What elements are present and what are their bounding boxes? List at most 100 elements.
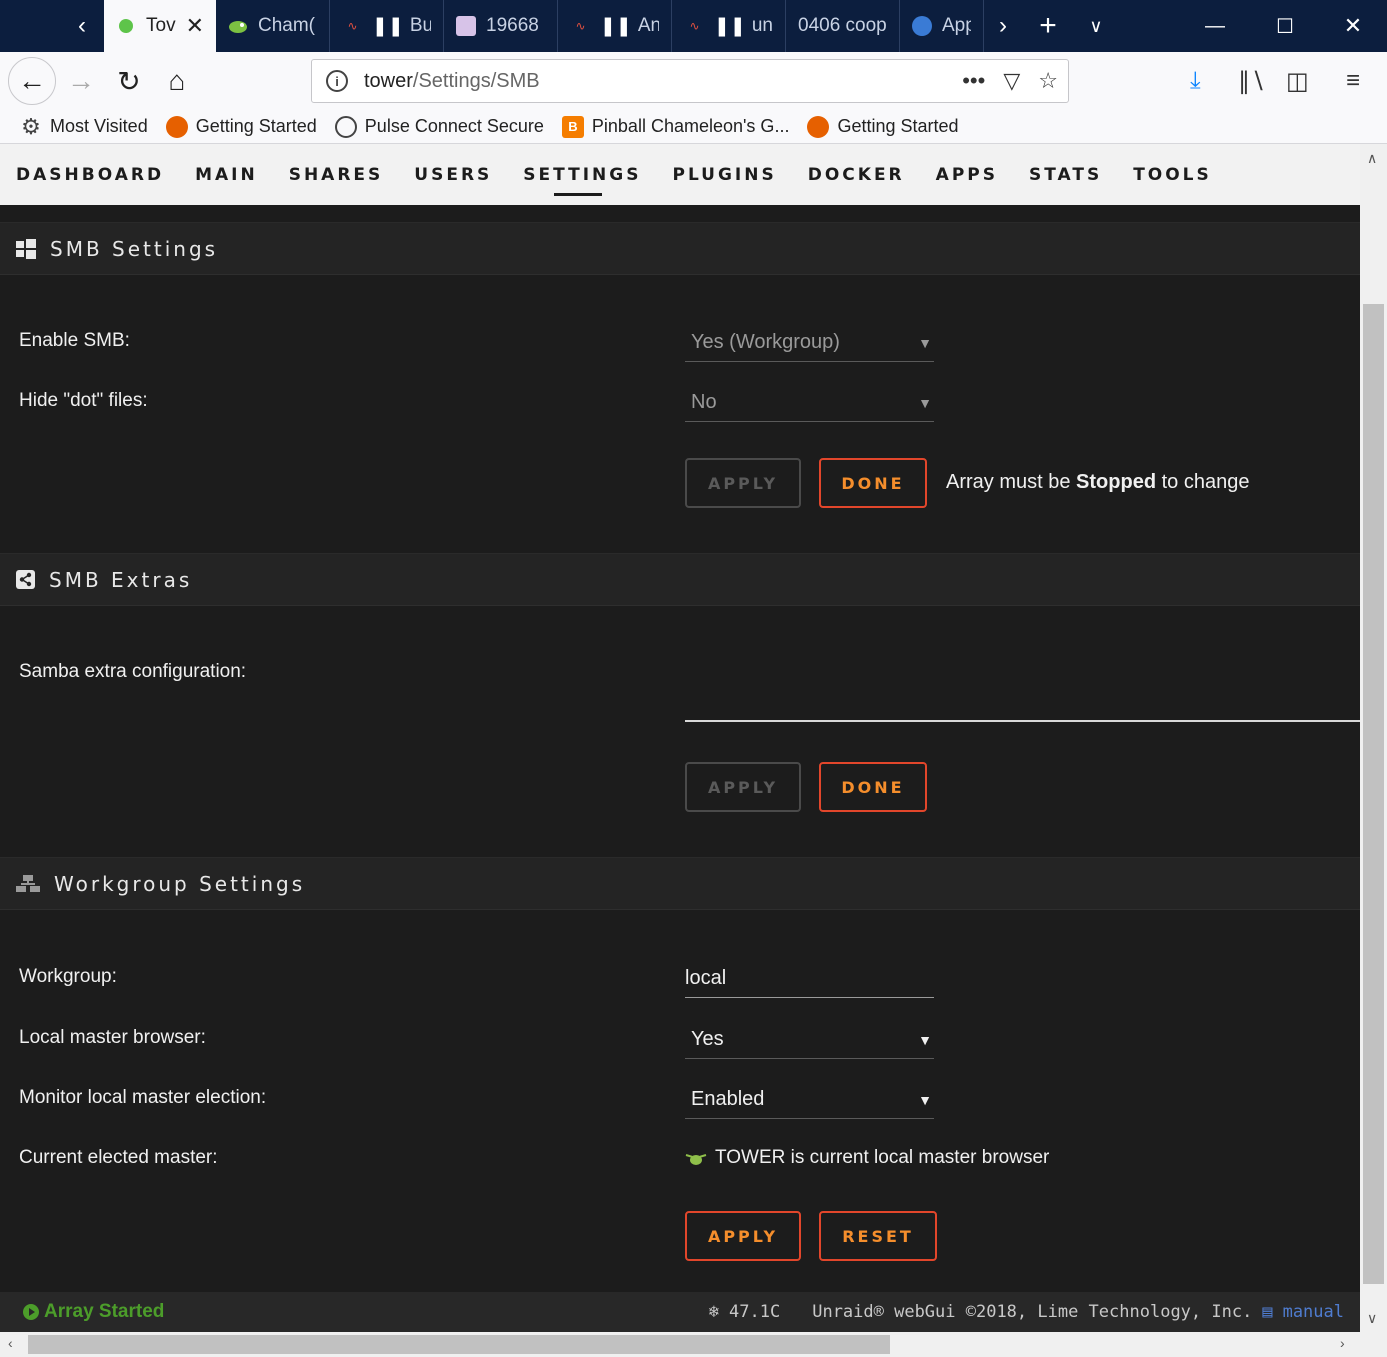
tab-any[interactable]: ∿ ❚❚ Any (558, 0, 672, 52)
monitor-election-select[interactable]: Enabled ▼ (685, 1081, 934, 1119)
enable-smb-select[interactable]: Yes (Workgroup) ▼ (685, 324, 934, 362)
tab-19668[interactable]: 19668 (444, 0, 558, 52)
monitor-election-label: Monitor local master election: (19, 1087, 267, 1108)
dropdown-arrow-icon: ▼ (918, 1031, 932, 1048)
green-dot-icon (116, 16, 136, 36)
back-arrow-icon[interactable]: ← (8, 57, 56, 105)
url-host: tower (364, 69, 413, 92)
master-browser-icon (685, 1154, 707, 1165)
browser-navigation-bar: ← → ↻ ⌂ i tower/Settings/SMB ••• ▽ ☆ ⤓ ∥… (0, 52, 1387, 110)
horizontal-scroll-thumb[interactable] (28, 1335, 890, 1354)
bookmark-pulse-connect[interactable]: Pulse Connect Secure (334, 115, 544, 138)
local-master-browser-label: Local master browser: (19, 1027, 206, 1048)
footer-right: ❄ 47.1C Unraid® webGui ©2018, Lime Techn… (709, 1302, 1344, 1322)
section-title: SMB Settings (50, 236, 219, 261)
address-bar[interactable]: i tower/Settings/SMB ••• ▽ ☆ (311, 59, 1069, 103)
copyright-text: Unraid® webGui ©2018, Lime Technology, I… (812, 1302, 1253, 1322)
bookmark-getting-started[interactable]: Getting Started (165, 115, 317, 138)
tab-bug[interactable]: ∿ ❚❚ Bug (330, 0, 444, 52)
forward-arrow-icon[interactable]: → (58, 58, 104, 104)
tab-list-chevron-icon[interactable]: ∨ (1074, 0, 1118, 52)
pause-icon: ❚❚ (714, 15, 746, 37)
local-master-browser-select[interactable]: Yes ▼ (685, 1021, 934, 1059)
dropdown-arrow-icon: ▼ (918, 394, 932, 411)
play-circle-icon (23, 1304, 39, 1320)
downloads-icon[interactable]: ⤓ (1190, 58, 1201, 104)
snowflake-icon: ❄ (708, 1302, 720, 1322)
menu-users[interactable]: USERS (414, 165, 492, 185)
smb-settings-done-button[interactable]: DONE (819, 458, 927, 508)
unraid-wave-icon: ∿ (347, 19, 357, 33)
tab-chameleon[interactable]: Cham( (216, 0, 330, 52)
minimize-window-icon[interactable]: — (1192, 0, 1238, 52)
bookmark-star-icon[interactable]: ☆ (1038, 68, 1058, 94)
tab-unraid[interactable]: ∿ ❚❚ unra (672, 0, 786, 52)
smb-extras-apply-button[interactable]: APPLY (685, 762, 801, 812)
browser-tab-bar: ‹ Tov ✕ Cham( ∿ ❚❚ Bug 19668 ∿ ❚❚ Any ∿ … (0, 0, 1387, 52)
tab-app[interactable]: App (900, 0, 984, 52)
globe-icon (334, 115, 357, 138)
tab-0406-coop[interactable]: 0406 coop (786, 0, 900, 52)
vertical-scroll-thumb[interactable] (1363, 304, 1384, 1284)
workgroup-apply-button[interactable]: APPLY (685, 1211, 801, 1261)
workgroup-label: Workgroup: (19, 966, 117, 987)
menu-dashboard[interactable]: DASHBOARD (16, 165, 164, 185)
pause-icon: ❚❚ (600, 15, 632, 37)
scroll-left-arrow-icon[interactable]: ‹ (8, 1335, 13, 1351)
current-elected-master-value: TOWER is current local master browser (685, 1147, 1049, 1169)
menu-main[interactable]: MAIN (195, 165, 258, 185)
home-icon[interactable]: ⌂ (154, 58, 200, 104)
pocket-icon[interactable]: ▽ (1003, 68, 1020, 94)
status-footer: Array Started ❄ 47.1C Unraid® webGui ©20… (0, 1292, 1360, 1332)
firefox-icon (165, 115, 188, 138)
sidebar-icon[interactable]: ◫ (1286, 58, 1309, 104)
url-text: tower/Settings/SMB (364, 70, 540, 93)
dropdown-arrow-icon: ▼ (918, 1091, 932, 1108)
reload-icon[interactable]: ↻ (106, 58, 152, 104)
menu-shares[interactable]: SHARES (289, 165, 384, 185)
tab-scroll-right-icon[interactable]: › (986, 0, 1020, 52)
scroll-right-arrow-icon[interactable]: › (1340, 1335, 1345, 1351)
tab-tower[interactable]: Tov ✕ (104, 0, 216, 52)
menu-tools[interactable]: TOOLS (1133, 165, 1212, 185)
menu-plugins[interactable]: PLUGINS (672, 165, 776, 185)
horizontal-scrollbar[interactable]: ‹ › (0, 1332, 1387, 1357)
hide-dot-files-select[interactable]: No ▼ (685, 384, 934, 422)
gear-icon: ⚙ (21, 113, 41, 139)
scroll-down-arrow-icon[interactable]: ∨ (1367, 1310, 1377, 1327)
new-tab-icon[interactable]: + (1026, 0, 1070, 52)
samba-extra-config-label: Samba extra configuration: (19, 661, 247, 682)
vertical-scrollbar[interactable]: ∧ ∨ (1360, 144, 1387, 1332)
url-path: /Settings/SMB (412, 69, 540, 92)
tab-scroll-left-icon[interactable]: ‹ (62, 0, 102, 52)
menu-docker[interactable]: DOCKER (808, 165, 905, 185)
array-status: Array Started (22, 1301, 164, 1323)
page-actions-icon[interactable]: ••• (962, 68, 985, 94)
workgroup-settings-header: Workgroup Settings (0, 857, 1360, 910)
smb-extras-done-button[interactable]: DONE (819, 762, 927, 812)
smb-settings-apply-button[interactable]: APPLY (685, 458, 801, 508)
hamburger-menu-icon[interactable]: ≡ (1346, 58, 1360, 104)
smb-extras-header: SMB Extras (0, 553, 1360, 606)
workgroup-reset-button[interactable]: RESET (819, 1211, 937, 1261)
bookmarks-toolbar: ⚙ Most Visited Getting Started Pulse Con… (0, 110, 1387, 144)
scroll-up-arrow-icon[interactable]: ∧ (1367, 150, 1377, 167)
close-window-icon[interactable]: ✕ (1330, 0, 1376, 52)
bookmark-getting-started-2[interactable]: Getting Started (807, 115, 959, 138)
library-icon[interactable]: ∥∖ (1238, 58, 1265, 104)
maximize-window-icon[interactable]: ☐ (1262, 0, 1308, 52)
bookmark-pinball-chameleon[interactable]: B Pinball Chameleon's G... (561, 115, 789, 138)
menu-stats[interactable]: STATS (1029, 165, 1102, 185)
firefox-icon (807, 115, 830, 138)
bookmark-most-visited[interactable]: ⚙ Most Visited (20, 113, 148, 139)
section-title: Workgroup Settings (54, 871, 306, 896)
site-info-icon[interactable]: i (326, 70, 348, 92)
menu-apps[interactable]: APPS (936, 165, 998, 185)
menu-settings[interactable]: SETTINGS (523, 165, 641, 196)
avatar-icon (456, 16, 476, 36)
samba-extra-config-textarea[interactable] (685, 720, 1360, 722)
workgroup-input[interactable]: local (685, 960, 934, 998)
section-title: SMB Extras (49, 567, 193, 592)
manual-link[interactable]: manual (1283, 1302, 1344, 1322)
close-tab-icon[interactable]: ✕ (186, 13, 204, 39)
